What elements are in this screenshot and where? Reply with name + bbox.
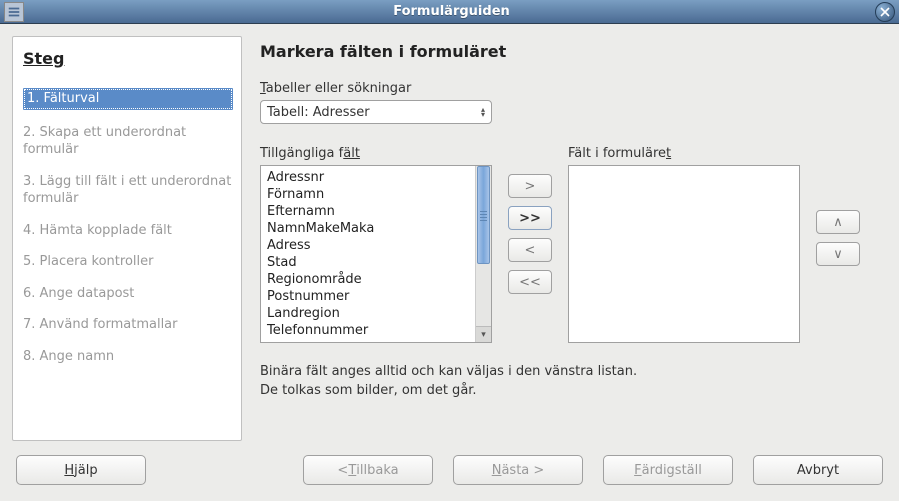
window-title: Formulärguiden bbox=[28, 4, 875, 19]
move-down-button[interactable]: ∨ bbox=[816, 242, 860, 266]
step-5-arrange-controls[interactable]: 5. Placera kontroller bbox=[23, 253, 233, 271]
steps-list: 1. Fälturval 2. Skapa ett underordnat fo… bbox=[23, 88, 233, 365]
steps-sidebar: Steg 1. Fälturval 2. Skapa ett underordn… bbox=[12, 36, 242, 441]
note-line1: Binära fält anges alltid och kan väljas … bbox=[260, 363, 877, 382]
available-fields-label: Tillgängliga fält bbox=[260, 146, 492, 161]
steps-heading: Steg bbox=[23, 49, 233, 68]
combo-spin-icon: ▴▾ bbox=[481, 107, 485, 117]
available-fields-items: Adressnr Förnamn Efternamn NamnMakeMaka … bbox=[261, 166, 475, 342]
list-item[interactable]: Förnamn bbox=[267, 187, 469, 202]
list-item[interactable]: Adress bbox=[267, 238, 469, 253]
button-spacer bbox=[166, 455, 283, 485]
transfer-buttons: > >> < << bbox=[508, 174, 552, 294]
close-button[interactable] bbox=[875, 2, 895, 22]
list-item[interactable]: Efternamn bbox=[267, 204, 469, 219]
main-panel: Markera fälten i formuläret Tabeller ell… bbox=[250, 36, 887, 441]
step-7-styles[interactable]: 7. Använd formatmallar bbox=[23, 316, 233, 334]
step-4-joined-fields[interactable]: 4. Hämta kopplade fält bbox=[23, 222, 233, 240]
available-scrollbar[interactable]: ▾ bbox=[475, 166, 491, 342]
field-columns: Tillgängliga fält Adressnr Förnamn Efter… bbox=[260, 146, 877, 343]
cancel-button[interactable]: Avbryt bbox=[753, 455, 883, 485]
list-item[interactable]: Stad bbox=[267, 255, 469, 270]
next-button[interactable]: Nästa > bbox=[453, 455, 583, 485]
list-item[interactable]: Adressnr bbox=[267, 170, 469, 185]
scrollbar-thumb[interactable] bbox=[477, 166, 490, 264]
selected-fields-items bbox=[569, 166, 799, 342]
step-3-subform-fields[interactable]: 3. Lägg till fält i ett underordnat form… bbox=[23, 173, 233, 208]
reorder-buttons: ∧ ∨ bbox=[816, 210, 860, 266]
page-title: Markera fälten i formuläret bbox=[260, 42, 877, 61]
add-button[interactable]: > bbox=[508, 174, 552, 198]
window-body: Steg 1. Fälturval 2. Skapa ett underordn… bbox=[0, 24, 899, 501]
tables-combo-value: Tabell: Adresser bbox=[267, 105, 370, 120]
step-2-subform[interactable]: 2. Skapa ett underordnat formulär bbox=[23, 124, 233, 159]
available-fields-wrap: Tillgängliga fält Adressnr Förnamn Efter… bbox=[260, 146, 492, 343]
titlebar: Formulärguiden bbox=[0, 0, 899, 24]
remove-all-button[interactable]: << bbox=[508, 270, 552, 294]
back-button[interactable]: < Tillbaka bbox=[303, 455, 433, 485]
add-all-button[interactable]: >> bbox=[508, 206, 552, 230]
move-up-button[interactable]: ∧ bbox=[816, 210, 860, 234]
content-area: Steg 1. Fälturval 2. Skapa ett underordn… bbox=[12, 36, 887, 441]
list-item[interactable]: Landregion bbox=[267, 306, 469, 321]
selected-fields-label: Fält i formuläret bbox=[568, 146, 800, 161]
info-note: Binära fält anges alltid och kan väljas … bbox=[260, 363, 877, 401]
app-icon bbox=[4, 2, 24, 22]
list-item[interactable]: Telefonnummer bbox=[267, 323, 469, 338]
selected-fields-listbox[interactable] bbox=[568, 165, 800, 343]
selected-fields-wrap: Fält i formuläret bbox=[568, 146, 800, 343]
remove-button[interactable]: < bbox=[508, 238, 552, 262]
step-8-name[interactable]: 8. Ange namn bbox=[23, 348, 233, 366]
available-fields-listbox[interactable]: Adressnr Förnamn Efternamn NamnMakeMaka … bbox=[260, 165, 492, 343]
step-6-data-entry[interactable]: 6. Ange datapost bbox=[23, 285, 233, 303]
tables-combo[interactable]: Tabell: Adresser ▴▾ bbox=[260, 100, 492, 124]
help-button[interactable]: Hjälp bbox=[16, 455, 146, 485]
list-item[interactable]: NamnMakeMaka bbox=[267, 221, 469, 236]
step-1-fields[interactable]: 1. Fälturval bbox=[23, 88, 233, 110]
wizard-button-row: Hjälp < Tillbaka Nästa > Färdigställ Avb… bbox=[12, 449, 887, 489]
note-line2: De tolkas som bilder, om det går. bbox=[260, 382, 877, 401]
tables-label: Tabeller eller sökningar bbox=[260, 81, 877, 96]
list-item[interactable]: Postnummer bbox=[267, 289, 469, 304]
list-item[interactable]: Regionområde bbox=[267, 272, 469, 287]
finish-button[interactable]: Färdigställ bbox=[603, 455, 733, 485]
scrollbar-down-icon[interactable]: ▾ bbox=[476, 326, 491, 342]
